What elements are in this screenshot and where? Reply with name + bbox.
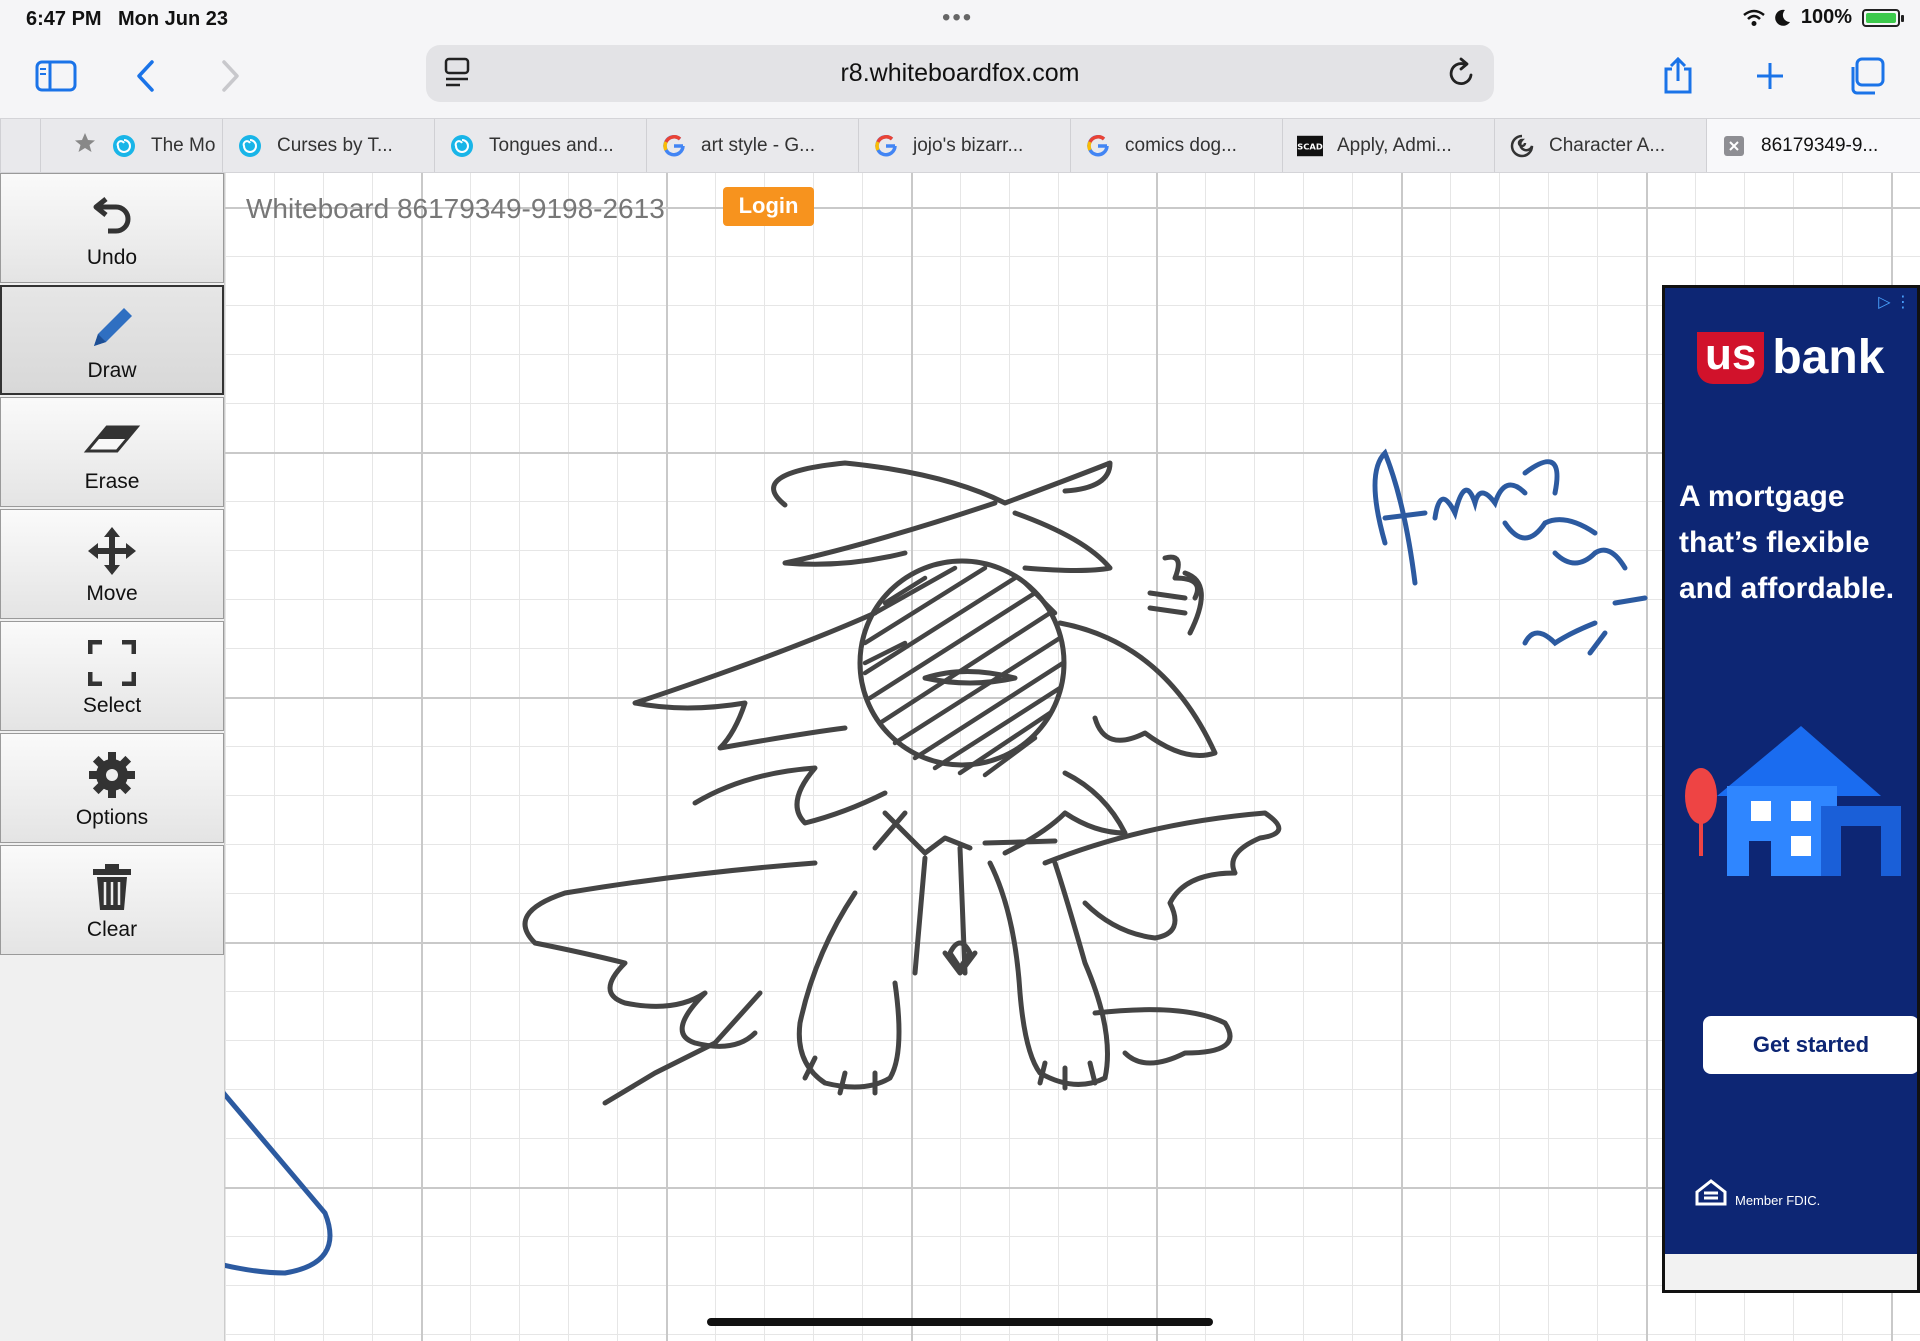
fdic-notice: Member FDIC. [1693, 1178, 1820, 1208]
select-button[interactable]: Select [0, 621, 224, 731]
svg-text:SCAD: SCAD [1297, 141, 1323, 151]
undo-button[interactable]: Undo [0, 173, 224, 283]
tabs-overview-icon[interactable] [1842, 52, 1890, 100]
tool-sidebar: Undo Draw Erase Move Select Options Clea… [0, 173, 225, 1341]
trash-icon [1, 862, 223, 912]
address-bar[interactable]: r8.whiteboardfox.com [426, 45, 1494, 102]
wifi-icon [1743, 9, 1765, 26]
tab-art-style[interactable]: art style - G... [646, 119, 859, 172]
battery-percent: 100% [1800, 6, 1852, 28]
ad-headline: A mortgage that’s flexible and affordabl… [1679, 480, 1895, 605]
tab-the-mo[interactable]: The Mo [40, 119, 223, 172]
star-icon[interactable] [73, 131, 97, 161]
moon-icon [1775, 9, 1790, 26]
login-button[interactable]: Login [723, 187, 814, 226]
ad-footer-strip [1665, 1254, 1917, 1290]
scad-icon: SCAD [1297, 133, 1323, 159]
tab-tongues[interactable]: Tongues and... [434, 119, 647, 172]
whiteboard-title: Whiteboard 86179349-9198-2613 [246, 193, 665, 224]
status-date: Mon Jun 23 [118, 8, 229, 30]
reload-icon[interactable] [1446, 57, 1476, 89]
tab-jojo[interactable]: jojo's bizarr... [858, 119, 1071, 172]
tab-bar: The Mo Curses by T... Tongues and... art… [0, 118, 1920, 173]
erase-button[interactable]: Erase [0, 397, 224, 507]
tab-curses[interactable]: Curses by T... [222, 119, 435, 172]
swirl-icon [1509, 133, 1535, 159]
url-text: r8.whiteboardfox.com [840, 59, 1080, 87]
google-icon [1085, 133, 1111, 159]
new-tab-icon[interactable] [1746, 52, 1794, 100]
eraser-icon [1, 414, 223, 464]
tab-spacer [0, 119, 41, 172]
tab-character[interactable]: Character A... [1494, 119, 1707, 172]
equal-housing-icon [1695, 1179, 1727, 1206]
advertisement[interactable]: ▷ ⋮ us bank A mortgage that’s flexible a… [1662, 285, 1920, 1293]
move-button[interactable]: Move [0, 509, 224, 619]
undo-icon [1, 190, 223, 240]
blue-spiral-icon [237, 133, 263, 159]
close-icon[interactable] [1721, 133, 1747, 159]
forward-icon[interactable] [206, 52, 254, 100]
adchoices-icon[interactable]: ▷ ⋮ [1878, 292, 1911, 312]
home-indicator[interactable] [707, 1318, 1213, 1326]
tab-comics-dog[interactable]: comics dog... [1070, 119, 1283, 172]
share-icon[interactable] [1654, 52, 1702, 100]
usbank-logo: us bank [1697, 330, 1884, 385]
gear-icon [1, 750, 223, 800]
options-button[interactable]: Options [0, 733, 224, 843]
back-icon[interactable] [122, 52, 170, 100]
status-bar: 6:47 PM Mon Jun 23 ••• 100% [0, 0, 1920, 40]
select-icon [1, 638, 223, 688]
blue-spiral-icon [111, 133, 137, 159]
battery-icon [1862, 8, 1904, 27]
tab-active-whiteboard[interactable]: 86179349-9... [1706, 119, 1920, 172]
pencil-icon [2, 303, 222, 353]
house-illustration-icon [1685, 726, 1901, 876]
draw-button[interactable]: Draw [0, 285, 224, 395]
google-icon [661, 133, 687, 159]
status-time: 6:47 PM [26, 8, 102, 30]
tab-apply-admissions[interactable]: SCAD Apply, Admi... [1282, 119, 1495, 172]
multitask-dots-icon[interactable]: ••• [942, 4, 973, 32]
blue-spiral-icon [449, 133, 475, 159]
browser-toolbar: r8.whiteboardfox.com [0, 40, 1920, 118]
sidebar-toggle-icon[interactable] [32, 52, 80, 100]
google-icon [873, 133, 899, 159]
get-started-button[interactable]: Get started [1703, 1016, 1917, 1074]
move-icon [1, 526, 223, 576]
clear-button[interactable]: Clear [0, 845, 224, 955]
